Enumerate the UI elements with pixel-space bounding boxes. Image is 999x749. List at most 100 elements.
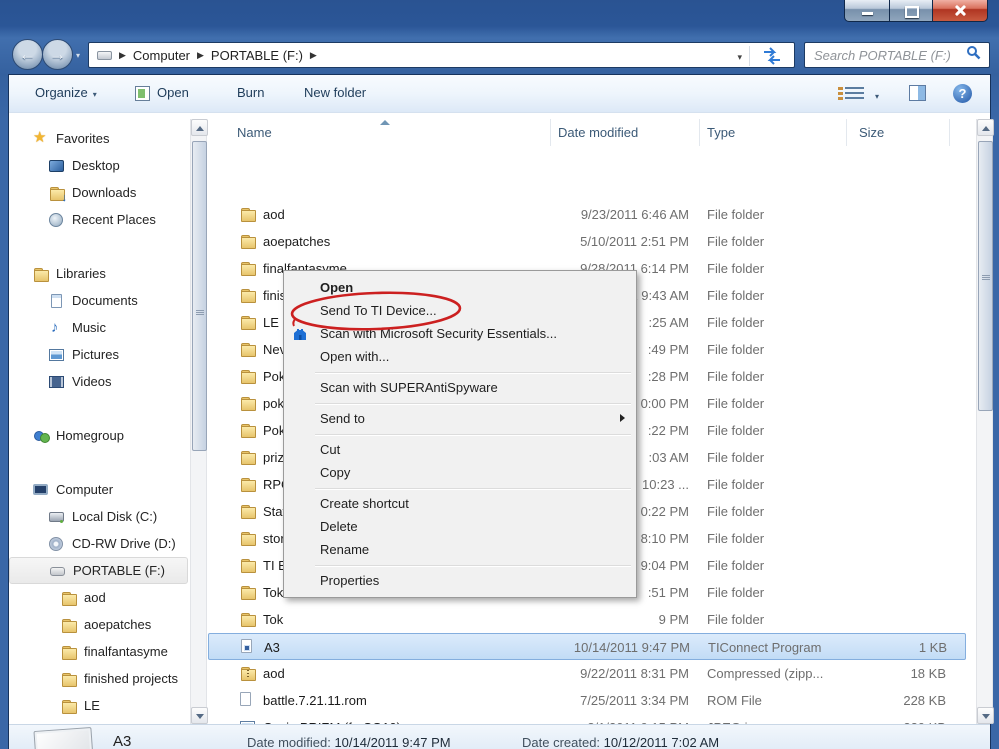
file-type: File folder: [707, 531, 765, 546]
help-button[interactable]: ?: [953, 84, 972, 103]
ticonnect-file-icon: [241, 639, 252, 653]
file-row[interactable]: battle.7.21.11.rom 7/25/2011 3:34 PM ROM F…: [208, 687, 968, 714]
documents-icon: [51, 293, 62, 308]
folder-icon: [240, 395, 256, 411]
search-input[interactable]: Search PORTABLE (F:): [804, 42, 990, 68]
refresh-icon[interactable]: [758, 47, 786, 65]
sidebar-item-music[interactable]: Music: [9, 314, 190, 341]
sidebar-label: finalfantasyme: [84, 644, 168, 659]
breadcrumb-arrow-icon[interactable]: ▶: [310, 50, 317, 61]
column-header-name[interactable]: Name: [237, 125, 272, 140]
file-name: Tok: [263, 585, 284, 600]
file-row[interactable]: Tok 9 PM File folder: [208, 606, 968, 633]
sidebar-item-aoepatches[interactable]: aoepatches: [9, 611, 190, 638]
history-dropdown-icon[interactable]: ▾: [76, 51, 80, 60]
scroll-down-icon[interactable]: [977, 707, 994, 724]
sidebar-label: Favorites: [56, 131, 110, 146]
sidebar-item-favorites[interactable]: Favorites: [9, 125, 190, 152]
sidebar-item-documents[interactable]: Documents: [9, 287, 190, 314]
search-icon[interactable]: [966, 45, 981, 65]
minimize-button[interactable]: [844, 0, 890, 22]
file-type: File folder: [707, 585, 765, 600]
usb-drive-icon: [50, 566, 65, 576]
menu-item-properties[interactable]: Properties: [285, 569, 635, 592]
breadcrumb-portable[interactable]: PORTABLE (F:): [211, 48, 303, 63]
open-button[interactable]: Open: [157, 85, 189, 100]
sidebar-item-finished-projects[interactable]: finished projects: [9, 665, 190, 692]
file-row[interactable]: aod 9/22/2011 8:31 PM Compressed (zipp... 1…: [208, 660, 968, 687]
scroll-up-icon[interactable]: [977, 119, 994, 136]
sidebar-item-videos[interactable]: Videos: [9, 368, 190, 395]
sidebar-item-libraries[interactable]: Libraries: [9, 260, 190, 287]
menu-item-rename[interactable]: Rename: [285, 538, 635, 561]
preview-pane-button[interactable]: [909, 85, 926, 101]
sidebar-item-finalfantasyme[interactable]: finalfantasyme: [9, 638, 190, 665]
column-header-type[interactable]: Type: [707, 125, 735, 140]
sidebar-item-recent-places[interactable]: Recent Places: [9, 206, 190, 233]
menu-item-delete[interactable]: Delete: [285, 515, 635, 538]
selected-file-large-icon: [33, 727, 95, 749]
sidebar-label: aoepatches: [84, 617, 152, 632]
breadcrumb-computer[interactable]: Computer: [133, 48, 190, 63]
address-bar[interactable]: ▶ Computer ▶ PORTABLE (F:) ▶ ▾: [88, 42, 795, 68]
file-row[interactable]: aoepatches 5/10/2011 2:51 PM File folder: [208, 228, 968, 255]
file-name: priz: [263, 450, 284, 465]
close-button[interactable]: [932, 0, 988, 22]
breadcrumb-arrow-icon[interactable]: ▶: [119, 50, 126, 61]
list-scrollbar-thumb[interactable]: [978, 141, 993, 411]
folder-icon: [240, 476, 256, 492]
menu-item-scan-with-superantispyware[interactable]: Scan with SUPERAntiSpyware: [285, 376, 635, 399]
menu-item-copy[interactable]: Copy: [285, 461, 635, 484]
sidebar-item-cdrw-drive-d[interactable]: CD-RW Drive (D:): [9, 530, 190, 557]
sidebar-item-le[interactable]: LE: [9, 692, 190, 719]
menu-item-scan-with-mse[interactable]: Scan with Microsoft Security Essentials.…: [285, 322, 635, 345]
details-title: A3: [113, 733, 132, 749]
menu-item-create-shortcut[interactable]: Create shortcut: [285, 492, 635, 515]
column-divider[interactable]: [699, 119, 700, 146]
menu-item-open[interactable]: Open: [285, 276, 635, 299]
column-divider[interactable]: [846, 119, 847, 146]
column-divider[interactable]: [949, 119, 950, 146]
sidebar-item-downloads[interactable]: ↓ Downloads: [9, 179, 190, 206]
sidebar-item-portable-f[interactable]: PORTABLE (F:): [9, 557, 188, 584]
sidebar-item-local-disk-c[interactable]: Local Disk (C:): [9, 503, 190, 530]
forward-button[interactable]: →: [42, 39, 73, 70]
organize-button[interactable]: Organize ▾: [35, 85, 97, 100]
menu-item-open-with[interactable]: Open with...: [285, 345, 635, 368]
column-divider[interactable]: [550, 119, 551, 146]
menu-item-send-to[interactable]: Send to: [285, 407, 635, 430]
maximize-button[interactable]: [890, 0, 932, 22]
sidebar-item-desktop[interactable]: Desktop: [9, 152, 190, 179]
menu-item-send-to-ti-device[interactable]: Send To TI Device...: [285, 299, 635, 322]
sidebar-scrollbar-thumb[interactable]: [192, 141, 207, 451]
menu-item-cut[interactable]: Cut: [285, 438, 635, 461]
videos-icon: [49, 375, 64, 388]
sidebar-scrollbar[interactable]: [190, 119, 208, 724]
sidebar-item-homegroup[interactable]: Homegroup: [9, 422, 190, 449]
breadcrumb-arrow-icon[interactable]: ▶: [197, 50, 204, 61]
new-folder-button[interactable]: New folder: [304, 85, 366, 100]
address-dropdown-icon[interactable]: ▾: [737, 52, 742, 63]
file-row[interactable]: aod 9/23/2011 6:46 AM File folder: [208, 201, 968, 228]
file-row[interactable]: Casio PRIZM (fx-CG10)8/1/2011 9:15 PMJPE…: [208, 714, 968, 724]
change-view-button[interactable]: [838, 87, 864, 101]
back-button[interactable]: ←: [12, 39, 43, 70]
folder-icon: [240, 314, 256, 330]
star-icon: [33, 130, 49, 147]
folder-icon: [240, 449, 256, 465]
sidebar-item-pictures[interactable]: Pictures: [9, 341, 190, 368]
burn-button[interactable]: Burn: [237, 85, 264, 100]
sidebar-item-aod[interactable]: aod: [9, 584, 190, 611]
scroll-down-icon[interactable]: [191, 707, 208, 724]
list-scrollbar[interactable]: [976, 119, 994, 724]
file-row-selected[interactable]: A3 10/14/2011 9:47 PM TIConnect Program 1 K…: [208, 633, 966, 660]
sidebar-label: Libraries: [56, 266, 106, 281]
sidebar-item-computer[interactable]: Computer: [9, 476, 190, 503]
views-dropdown-icon[interactable]: ▾: [875, 92, 879, 101]
scroll-up-icon[interactable]: [191, 119, 208, 136]
file-type: File folder: [707, 234, 765, 249]
sidebar-label: Documents: [72, 293, 138, 308]
column-header-date-modified[interactable]: Date modified: [558, 125, 638, 140]
menu-separator: [285, 430, 635, 438]
column-header-size[interactable]: Size: [859, 125, 884, 140]
